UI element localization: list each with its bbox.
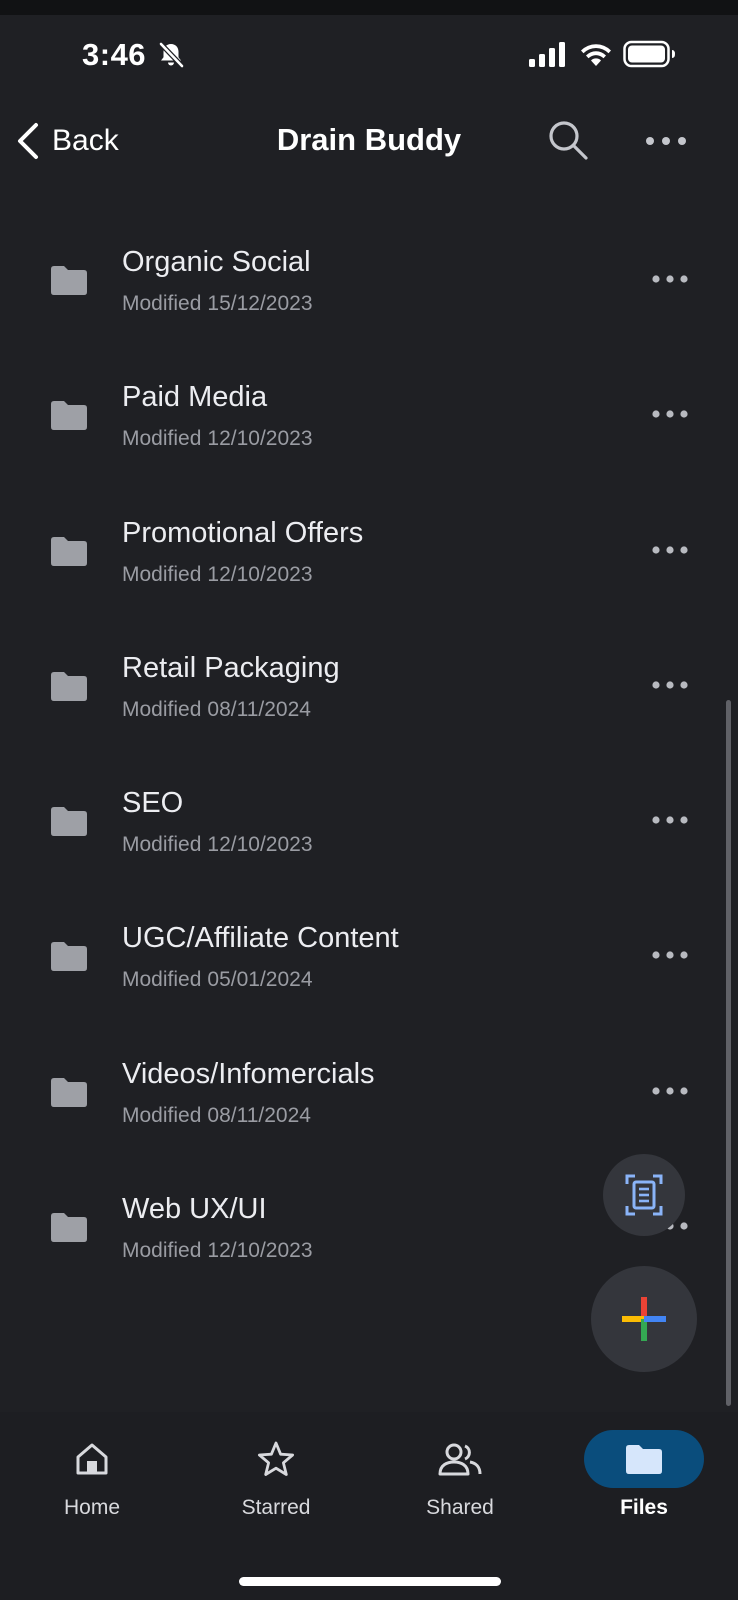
scan-document-button[interactable] bbox=[603, 1154, 685, 1236]
modified-date: 12/10/2023 bbox=[207, 427, 313, 451]
folder-name: UGC/Affiliate Content bbox=[122, 922, 399, 955]
folder-icon bbox=[51, 266, 87, 295]
folder-name: SEO bbox=[122, 787, 184, 820]
nav-icon-wrap-active bbox=[584, 1430, 704, 1488]
item-more-icon[interactable] bbox=[651, 1082, 689, 1100]
top-strip bbox=[0, 0, 738, 15]
folder-icon bbox=[51, 401, 87, 431]
nav-icon-wrap bbox=[32, 1430, 152, 1488]
folder-name: Retail Packaging bbox=[122, 651, 340, 684]
file-list: Organic Social Modified 15/12/2023 Paid Med… bbox=[0, 210, 738, 1292]
folder-modified: Modified 12/10/2023 bbox=[122, 833, 313, 857]
item-more-icon[interactable] bbox=[651, 405, 689, 423]
folder-modified: Modified 05/01/2024 bbox=[122, 968, 313, 992]
item-more-icon[interactable] bbox=[651, 811, 689, 829]
status-bar: 3:46 bbox=[0, 15, 738, 95]
nav-label: Shared bbox=[426, 1496, 494, 1519]
nav-item-shared[interactable]: Shared bbox=[368, 1412, 552, 1532]
folder-row[interactable]: Paid Media Modified 12/10/2023 bbox=[0, 345, 738, 480]
people-icon bbox=[438, 1443, 482, 1476]
folder-icon bbox=[51, 1213, 87, 1243]
folder-name: Videos/Infomercials bbox=[122, 1057, 375, 1090]
folder-modified: Modified 08/11/2024 bbox=[122, 1104, 311, 1128]
modified-date: 12/10/2023 bbox=[207, 1239, 313, 1263]
item-more-icon[interactable] bbox=[651, 676, 689, 694]
nav-label: Home bbox=[63, 1496, 121, 1519]
folder-icon bbox=[51, 807, 87, 837]
wifi-icon bbox=[581, 44, 611, 66]
folder-icon bbox=[51, 671, 87, 701]
folder-row[interactable]: Organic Social Modified 15/12/2023 bbox=[0, 210, 738, 345]
nav-item-starred[interactable]: Starred bbox=[184, 1412, 368, 1532]
modified-label: Modified bbox=[122, 833, 202, 857]
item-more-icon[interactable] bbox=[651, 946, 689, 964]
home-indicator bbox=[239, 1577, 501, 1586]
modified-label: Modified bbox=[122, 697, 202, 721]
nav-item-files[interactable]: Files bbox=[552, 1412, 736, 1532]
modified-date: 05/01/2024 bbox=[207, 968, 313, 992]
nav-item-home[interactable]: Home bbox=[0, 1412, 184, 1532]
folder-row[interactable]: Retail Packaging Modified 08/11/2024 bbox=[0, 616, 738, 751]
folder-name: Organic Social bbox=[122, 246, 311, 278]
folder-icon bbox=[51, 1077, 87, 1107]
modified-label: Modified bbox=[122, 968, 202, 992]
document-scanner-icon bbox=[625, 1174, 663, 1216]
new-item-button[interactable] bbox=[591, 1266, 697, 1372]
bottom-nav: Home Starred Shared Files bbox=[0, 1412, 738, 1600]
more-options-icon[interactable] bbox=[644, 130, 688, 152]
modified-date: 08/11/2024 bbox=[207, 1103, 311, 1127]
modified-label: Modified bbox=[122, 1103, 202, 1127]
folder-row[interactable]: SEO Modified 12/10/2023 bbox=[0, 751, 738, 886]
folder-name: Web UX/UI bbox=[122, 1193, 267, 1226]
item-more-icon[interactable] bbox=[651, 270, 689, 288]
folder-icon bbox=[626, 1445, 662, 1474]
bell-off-icon bbox=[159, 42, 184, 68]
folder-modified: Modified 12/10/2023 bbox=[122, 1239, 313, 1263]
modified-date: 08/11/2024 bbox=[207, 697, 311, 721]
star-icon bbox=[258, 1441, 294, 1476]
modified-label: Modified bbox=[122, 292, 202, 315]
page-title: Drain Buddy bbox=[276, 122, 462, 157]
battery-icon bbox=[623, 40, 675, 68]
folder-icon bbox=[51, 536, 87, 566]
signal-icon bbox=[529, 42, 565, 67]
modified-date: 15/12/2023 bbox=[207, 292, 313, 315]
nav-label: Starred bbox=[241, 1496, 311, 1519]
modified-label: Modified bbox=[122, 562, 202, 586]
folder-row[interactable]: Videos/Infomercials Modified 08/11/2024 bbox=[0, 1022, 738, 1157]
nav-label: Files bbox=[620, 1496, 668, 1519]
status-time: 3:46 bbox=[82, 37, 147, 72]
modified-label: Modified bbox=[122, 1239, 202, 1263]
folder-modified: Modified 15/12/2023 bbox=[122, 292, 313, 316]
modified-date: 12/10/2023 bbox=[207, 833, 313, 857]
plus-icon bbox=[622, 1297, 666, 1341]
folder-name: Promotional Offers bbox=[122, 516, 364, 549]
folder-modified: Modified 12/10/2023 bbox=[122, 427, 313, 451]
item-more-icon[interactable] bbox=[651, 541, 689, 559]
home-icon bbox=[76, 1443, 108, 1475]
app-header: Back Drain Buddy bbox=[0, 100, 738, 184]
folder-row[interactable]: UGC/Affiliate Content Modified 05/01/2024 bbox=[0, 886, 738, 1021]
nav-icon-wrap bbox=[216, 1430, 336, 1488]
folder-icon bbox=[51, 942, 87, 972]
nav-icon-wrap bbox=[400, 1430, 520, 1488]
folder-modified: Modified 12/10/2023 bbox=[122, 563, 313, 587]
folder-name: Paid Media bbox=[122, 381, 268, 414]
modified-date: 12/10/2023 bbox=[207, 562, 313, 586]
search-icon[interactable] bbox=[546, 118, 592, 164]
scrollbar[interactable] bbox=[726, 700, 731, 1406]
folder-row[interactable]: Promotional Offers Modified 12/10/2023 bbox=[0, 481, 738, 616]
folder-modified: Modified 08/11/2024 bbox=[122, 698, 311, 722]
modified-label: Modified bbox=[122, 427, 202, 451]
